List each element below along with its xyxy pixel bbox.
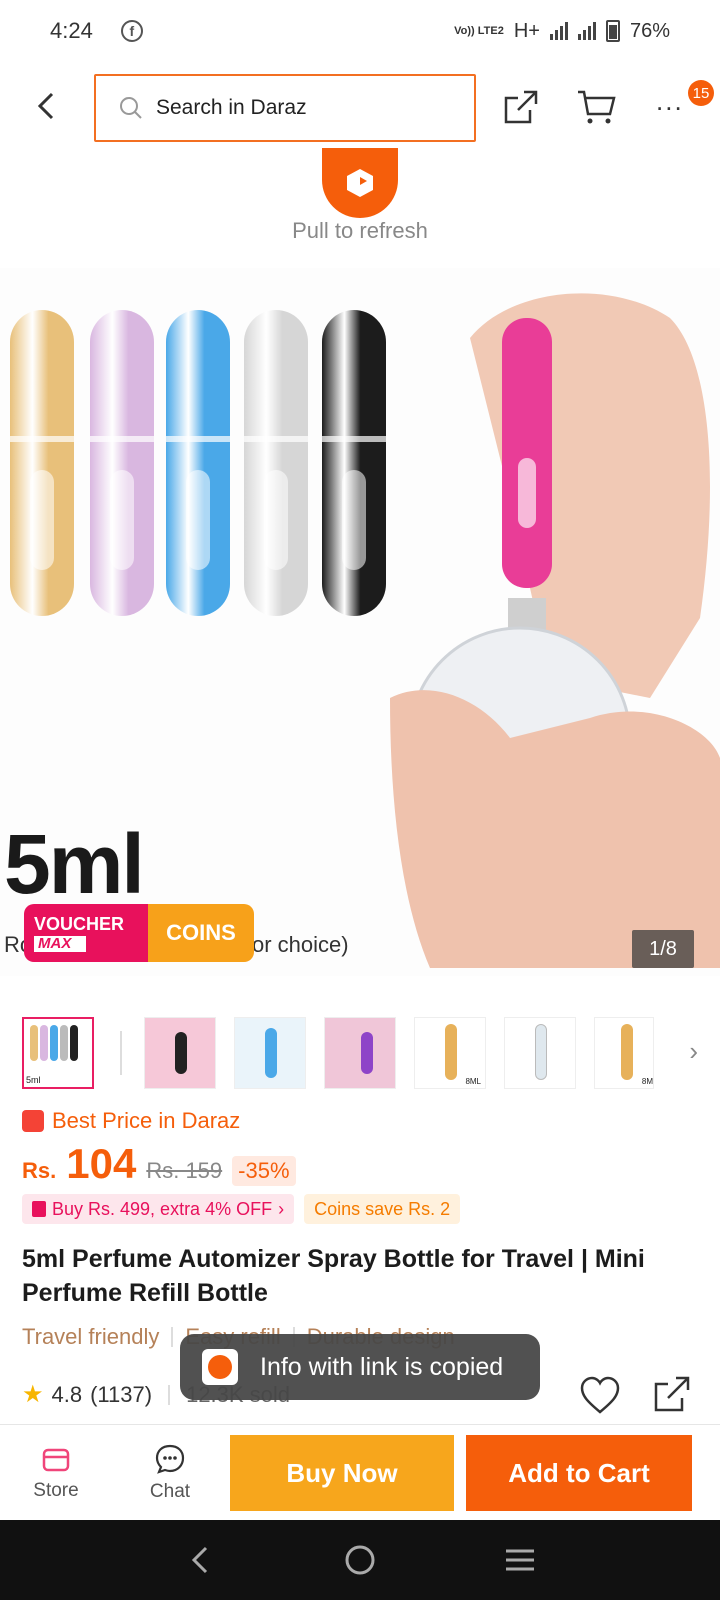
pull-to-refresh-text: Pull to refresh xyxy=(292,218,428,243)
buy-now-button[interactable]: Buy Now xyxy=(230,1435,454,1511)
toast-text: Info with link is copied xyxy=(260,1352,504,1381)
daraz-logo xyxy=(322,148,398,218)
signal-icon-2 xyxy=(577,22,596,40)
best-price-icon xyxy=(22,1110,44,1132)
search-placeholder: Search in Daraz xyxy=(156,96,307,119)
status-time: 4:24 xyxy=(50,18,93,43)
thumbnail[interactable]: 8ML xyxy=(414,1017,486,1089)
chevron-left-icon[interactable] xyxy=(28,86,68,126)
status-right: Vo)) LTE2 H+ 76% xyxy=(454,20,670,43)
status-bar: 4:24 f Vo)) LTE2 H+ 76% xyxy=(0,0,720,62)
caption-end: or choice) xyxy=(252,932,349,957)
thumbnail[interactable] xyxy=(324,1017,396,1089)
thumbnail-strip: 5ml 8ML 8M › xyxy=(22,1016,702,1090)
price-row: Rs. 104 Rs. 159 -35% xyxy=(22,1140,296,1188)
bottle-blue xyxy=(166,310,230,616)
voucher-line2: MAX xyxy=(34,936,86,952)
voucher-line1: VOUCHER xyxy=(34,914,125,934)
thumbnail[interactable] xyxy=(504,1017,576,1089)
product-title: 5ml Perfume Automizer Spray Bottle for T… xyxy=(22,1245,645,1307)
search-input[interactable]: Search in Daraz xyxy=(94,74,476,142)
product-image-carousel[interactable]: 5ml Ro or choice) VOUCHER MAX COINS 1/8 xyxy=(0,268,720,976)
store-button[interactable]: Store xyxy=(16,1433,96,1513)
bottom-action-bar: Store Chat Buy Now Add to Cart xyxy=(0,1424,720,1520)
bottle-black xyxy=(322,310,386,616)
promo-row: Buy Rs. 499, extra 4% OFF › Coins save R… xyxy=(22,1194,461,1224)
recents-nav-icon[interactable] xyxy=(500,1540,540,1580)
daraz-logo-icon xyxy=(202,1349,238,1385)
share-icon[interactable] xyxy=(500,86,542,128)
star-icon: ★ xyxy=(22,1381,44,1408)
back-nav-icon[interactable] xyxy=(180,1540,220,1580)
battery-level: 76% xyxy=(629,19,670,42)
system-nav-bar xyxy=(0,1520,720,1600)
bottle-silver xyxy=(244,310,308,616)
chevron-right-icon[interactable]: › xyxy=(689,1036,698,1067)
best-price-label: Best Price in Daraz xyxy=(52,1108,241,1133)
current-price: 104 xyxy=(66,1140,137,1187)
network-type: H+ xyxy=(513,19,540,42)
cart-icon[interactable] xyxy=(576,86,618,128)
bottle-purple xyxy=(90,310,154,616)
voucher-max-badge: VOUCHER MAX COINS xyxy=(24,904,254,962)
divider xyxy=(168,1384,171,1405)
original-price: Rs. 159 xyxy=(146,1158,223,1183)
thumbnail-label: 8M xyxy=(641,1077,653,1086)
product-detail-page: 4:24 f Vo)) LTE2 H+ 76% Search in Daraz xyxy=(0,0,720,1600)
best-price-tag: Best Price in Daraz xyxy=(22,1108,240,1134)
top-header: Search in Daraz ... 15 xyxy=(0,62,720,152)
thumbnail-label: 5ml xyxy=(26,1075,41,1085)
hand-spray-illustration xyxy=(390,293,720,968)
coins-label: COINS xyxy=(148,904,254,962)
promo-coins-text: Coins save Rs. 2 xyxy=(314,1198,451,1219)
promo-coins[interactable]: Coins save Rs. 2 xyxy=(304,1194,461,1224)
promo-buy-text: Buy Rs. 499, extra 4% OFF xyxy=(52,1198,273,1219)
copied-toast: Info with link is copied xyxy=(180,1334,540,1400)
thumbnail-divider xyxy=(120,1031,122,1075)
signal-icon xyxy=(549,22,568,40)
discount-badge: -35% xyxy=(232,1156,296,1186)
home-nav-icon[interactable] xyxy=(340,1540,380,1580)
chevron-right-icon: › xyxy=(278,1198,285,1219)
divider xyxy=(171,1327,174,1347)
bottle-gold xyxy=(10,310,74,616)
currency: Rs. xyxy=(22,1158,57,1183)
chat-label: Chat xyxy=(149,1481,191,1502)
add-to-cart-button[interactable]: Add to Cart xyxy=(466,1435,692,1511)
thumbnail[interactable]: 5ml xyxy=(22,1017,94,1089)
notification-badge: 15 xyxy=(688,80,714,106)
thumbnail-label: 8ML xyxy=(465,1077,481,1086)
feature-tag: Travel friendly xyxy=(22,1324,160,1349)
search-icon xyxy=(120,97,142,119)
thumbnail[interactable] xyxy=(144,1017,216,1089)
thumbnail[interactable] xyxy=(234,1017,306,1089)
thumbnail[interactable]: 8M xyxy=(594,1017,654,1089)
volte-label: Vo)) LTE2 xyxy=(454,24,504,37)
daraz-logo-icon xyxy=(347,169,373,197)
store-icon xyxy=(42,1448,70,1472)
rating-count: (1137) xyxy=(90,1381,153,1407)
voucher-icon xyxy=(32,1201,46,1217)
share-icon[interactable] xyxy=(650,1372,694,1416)
facebook-icon: f xyxy=(120,20,143,42)
battery-icon xyxy=(605,20,620,42)
chat-icon xyxy=(155,1444,185,1474)
promo-buy-more[interactable]: Buy Rs. 499, extra 4% OFF › xyxy=(22,1194,295,1224)
voucher-label: VOUCHER MAX xyxy=(24,904,148,962)
image-counter: 1/8 xyxy=(632,930,694,968)
size-text: 5ml xyxy=(4,817,145,911)
chat-button[interactable]: Chat xyxy=(130,1433,210,1513)
heart-icon[interactable] xyxy=(578,1374,622,1418)
rating-value: 4.8 xyxy=(51,1381,83,1407)
store-label: Store xyxy=(33,1480,79,1501)
